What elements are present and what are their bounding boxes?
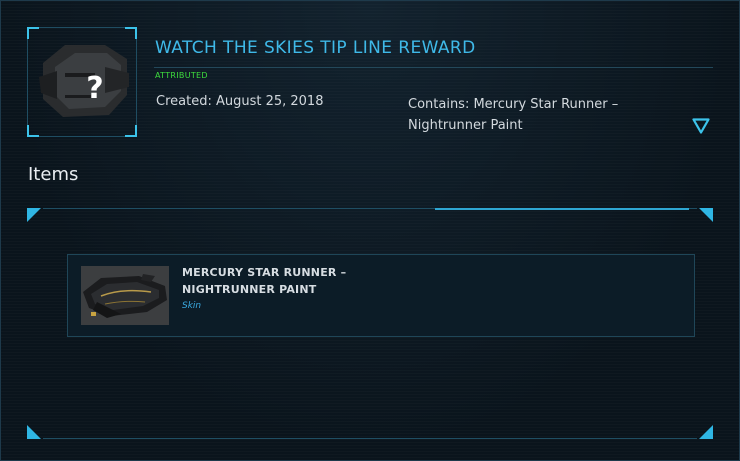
pledge-thumbnail: ? (27, 27, 137, 137)
frame-edge (39, 27, 125, 28)
frame-edge (136, 39, 137, 125)
ship-image (81, 266, 169, 325)
unknown-ship-question-icon: ? (39, 45, 129, 117)
item-name: MERCURY STAR RUNNER – NIGHTRUNNER PAINT (182, 266, 347, 296)
container-top-highlight (435, 208, 689, 210)
pledge-title: WATCH THE SKIES TIP LINE REWARD (155, 38, 476, 58)
corner-bracket-icon (27, 425, 41, 439)
status-badge: ATTRIBUTED (155, 71, 208, 80)
chevron-down-triangle-icon[interactable] (692, 118, 710, 134)
container-bottom-edge (43, 438, 697, 439)
frame-edge (27, 39, 28, 125)
corner-bracket-icon (27, 208, 41, 222)
created-date: Created: August 25, 2018 (156, 94, 324, 109)
ship-image-icon (81, 266, 169, 325)
items-heading: Items (28, 164, 79, 185)
title-divider (154, 67, 713, 68)
svg-text:?: ? (86, 71, 103, 106)
contains-text: Contains: Mercury Star Runner – Nightrun… (408, 97, 619, 133)
frame-edge (39, 136, 125, 137)
corner-bracket-icon (699, 425, 713, 439)
item-type: Skin (182, 301, 202, 311)
list-item[interactable]: MERCURY STAR RUNNER – NIGHTRUNNER PAINT … (67, 254, 695, 337)
corner-bracket-icon (699, 208, 713, 222)
